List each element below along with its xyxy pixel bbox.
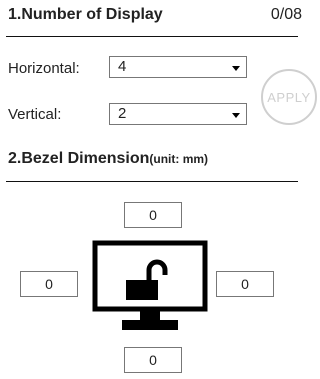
bezel-dimension-title: 2.Bezel Dimension(unit: mm) [8, 150, 208, 168]
horizontal-select[interactable]: 4 [109, 56, 247, 78]
number-of-display-title: 1.Number of Display [8, 6, 163, 23]
chevron-down-icon [232, 113, 240, 118]
apply-button[interactable]: APPLY [261, 69, 317, 125]
divider [6, 181, 298, 182]
monitor-unlock-icon [92, 240, 208, 336]
bezel-left-input[interactable]: 0 [20, 271, 78, 297]
vertical-select[interactable]: 2 [109, 103, 247, 125]
bezel-dimension-title-text: 2.Bezel Dimension [8, 150, 150, 167]
bezel-bottom-input[interactable]: 0 [124, 347, 182, 373]
chevron-down-icon [232, 66, 240, 71]
vertical-select-value: 2 [118, 105, 127, 122]
horizontal-label: Horizontal: [8, 60, 80, 77]
vertical-label: Vertical: [8, 106, 62, 123]
bezel-unit-label: (unit: mm) [149, 152, 209, 166]
display-count: 0/08 [270, 6, 302, 23]
bezel-top-input[interactable]: 0 [124, 202, 182, 228]
horizontal-select-value: 4 [118, 58, 127, 75]
divider [6, 36, 298, 37]
bezel-right-input[interactable]: 0 [216, 271, 274, 297]
